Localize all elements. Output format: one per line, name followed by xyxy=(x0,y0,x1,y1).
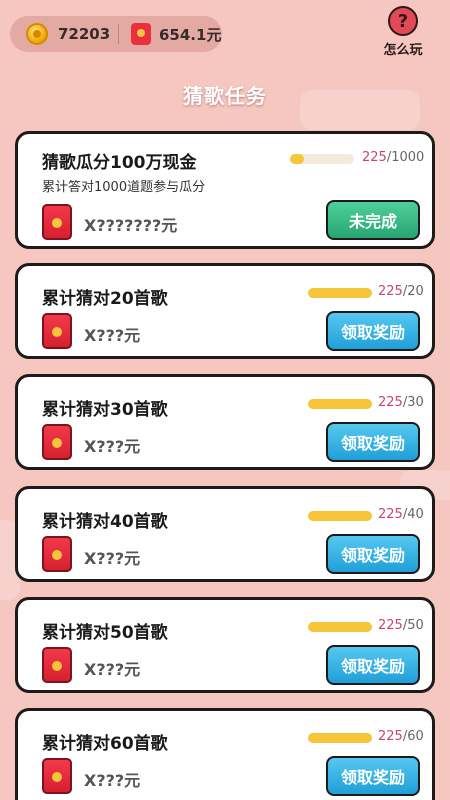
progress-total: /60 xyxy=(402,729,424,744)
progress-current: 225 xyxy=(362,150,387,165)
red-envelope-icon xyxy=(42,647,72,683)
task-card: 累计猜对20首歌 225/20 X???元 领取奖励 xyxy=(15,263,435,359)
progress-current: 225 xyxy=(378,507,403,522)
reward-amount: X???????元 xyxy=(84,216,178,235)
claim-reward-button[interactable]: 领取奖励 xyxy=(326,534,420,574)
task-title: 猜歌瓜分100万现金 xyxy=(42,153,197,173)
progress-total: /50 xyxy=(402,618,424,633)
divider xyxy=(118,24,119,44)
task-title: 累计猜对20首歌 xyxy=(42,289,168,309)
progress-current: 225 xyxy=(378,729,403,744)
progress-fill xyxy=(308,288,372,298)
red-envelope-icon xyxy=(42,758,72,794)
progress-bar xyxy=(308,733,372,743)
progress-fill xyxy=(308,399,372,409)
reward-amount: X???元 xyxy=(84,660,141,679)
progress-current: 225 xyxy=(378,618,403,633)
task-subtitle: 累计答对1000道题参与瓜分 xyxy=(42,180,206,195)
progress-current: 225 xyxy=(378,284,403,299)
reward-amount: X???元 xyxy=(84,437,141,456)
progress-fill xyxy=(308,733,372,743)
progress-text: 225/20 xyxy=(378,284,424,299)
coin-icon xyxy=(26,23,48,45)
task-title: 累计猜对60首歌 xyxy=(42,734,168,754)
progress-text: 225/40 xyxy=(378,507,424,522)
question-icon[interactable]: ? xyxy=(388,6,418,36)
claim-reward-button[interactable]: 领取奖励 xyxy=(326,311,420,351)
progress-text: 225/50 xyxy=(378,618,424,633)
reward-amount: X???元 xyxy=(84,771,141,790)
red-envelope-icon xyxy=(42,313,72,349)
page-title: 猜歌任务 xyxy=(183,84,267,108)
red-envelope-icon xyxy=(131,23,151,45)
progress-fill xyxy=(308,511,372,521)
claim-reward-button[interactable]: 领取奖励 xyxy=(326,422,420,462)
progress-text: 225/30 xyxy=(378,395,424,410)
reward-amount: X???元 xyxy=(84,549,141,568)
progress-fill xyxy=(290,154,305,164)
progress-current: 225 xyxy=(378,395,403,410)
task-title: 累计猜对40首歌 xyxy=(42,512,168,532)
progress-total: /1000 xyxy=(386,150,425,165)
claim-reward-button[interactable]: 领取奖励 xyxy=(326,756,420,796)
progress-text: 225/60 xyxy=(378,729,424,744)
how-to-play-label: 怎么玩 xyxy=(383,43,423,58)
task-card: 累计猜对50首歌 225/50 X???元 领取奖励 xyxy=(15,597,435,693)
task-card: 猜歌瓜分100万现金 累计答对1000道题参与瓜分 225/1000 X????… xyxy=(15,131,435,249)
currency-bar: 72203 654.1元 xyxy=(10,16,222,52)
reward-amount: X???元 xyxy=(84,326,141,345)
red-envelope-icon xyxy=(42,204,72,240)
progress-fill xyxy=(308,622,372,632)
red-envelope-icon xyxy=(42,536,72,572)
progress-total: /30 xyxy=(402,395,424,410)
progress-text: 225/1000 xyxy=(362,150,424,165)
claim-reward-button[interactable]: 领取奖励 xyxy=(326,645,420,685)
task-card: 累计猜对60首歌 225/60 X???元 领取奖励 xyxy=(15,708,435,800)
header: 72203 654.1元 ? 怎么玩 xyxy=(0,0,450,70)
how-to-play-button[interactable]: ? 怎么玩 xyxy=(378,6,428,58)
task-card: 累计猜对40首歌 225/40 X???元 领取奖励 xyxy=(15,486,435,582)
red-envelope-icon xyxy=(42,424,72,460)
progress-bar xyxy=(290,154,354,164)
cash-balance: 654.1元 xyxy=(159,25,222,44)
progress-bar xyxy=(308,511,372,521)
task-title: 累计猜对50首歌 xyxy=(42,623,168,643)
progress-total: /40 xyxy=(402,507,424,522)
task-title: 累计猜对30首歌 xyxy=(42,400,168,420)
progress-total: /20 xyxy=(402,284,424,299)
coin-balance: 72203 xyxy=(58,25,111,43)
task-card: 累计猜对30首歌 225/30 X???元 领取奖励 xyxy=(15,374,435,470)
progress-bar xyxy=(308,288,372,298)
progress-bar xyxy=(308,399,372,409)
incomplete-button[interactable]: 未完成 xyxy=(326,200,420,240)
progress-bar xyxy=(308,622,372,632)
